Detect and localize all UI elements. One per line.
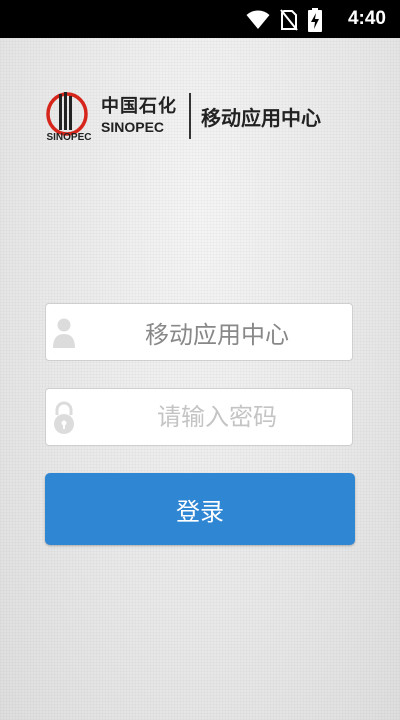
svg-text:SINOPEC: SINOPEC bbox=[46, 132, 91, 142]
no-sim-icon bbox=[280, 9, 298, 31]
header: SINOPEC 中国石化 SINOPEC 移动应用中心 bbox=[45, 88, 321, 144]
wifi-icon bbox=[246, 10, 270, 29]
battery-charging-icon bbox=[308, 8, 322, 32]
username-field bbox=[45, 303, 353, 361]
password-input[interactable] bbox=[90, 389, 344, 445]
header-divider bbox=[189, 93, 191, 139]
status-time: 4:40 bbox=[347, 8, 386, 29]
sinopec-logo: SINOPEC bbox=[46, 92, 92, 142]
brand: 中国石化 SINOPEC bbox=[101, 96, 177, 135]
brand-english-name: SINOPEC bbox=[101, 119, 165, 135]
status-icons bbox=[246, 8, 322, 32]
username-input[interactable] bbox=[90, 304, 344, 360]
app-title: 移动应用中心 bbox=[201, 105, 321, 130]
lock-icon bbox=[54, 401, 74, 434]
user-icon bbox=[53, 318, 75, 348]
status-bar: 4:40 bbox=[0, 0, 400, 38]
password-field bbox=[45, 388, 353, 446]
brand-chinese-name: 中国石化 bbox=[101, 96, 177, 117]
login-button[interactable]: 登录 bbox=[45, 473, 355, 545]
